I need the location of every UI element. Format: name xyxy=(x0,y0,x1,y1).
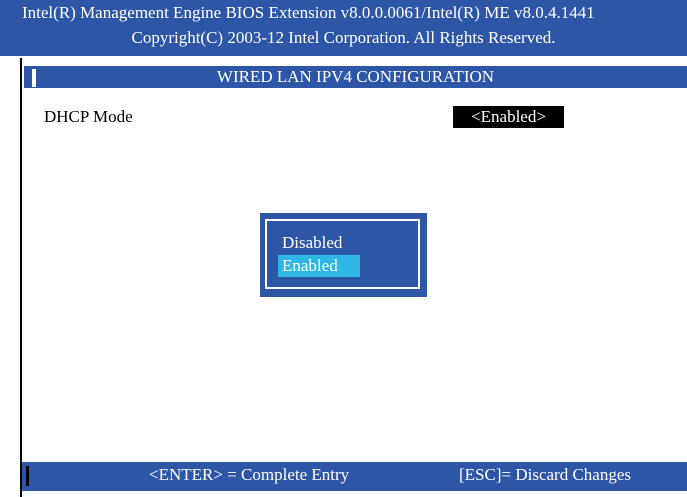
dhcp-mode-label: DHCP Mode xyxy=(44,107,133,126)
bios-header: Intel(R) Management Engine BIOS Extensio… xyxy=(0,0,687,58)
header-copyright-text: Copyright(C) 2003-12 Intel Corporation. … xyxy=(131,28,556,47)
footer-esc-hint: [ESC]= Discard Changes xyxy=(459,465,632,484)
popup-border xyxy=(265,219,420,289)
footer-left-edge xyxy=(26,466,29,486)
page-title: WIRED LAN IPV4 CONFIGURATION xyxy=(216,67,495,86)
page-title-bar: WIRED LAN IPV4 CONFIGURATION xyxy=(24,64,687,90)
footer-enter-hint: <ENTER> = Complete Entry xyxy=(149,465,350,484)
mebx-screen: Intel(R) Management Engine BIOS Extensio… xyxy=(0,0,687,497)
bios-footer: <ENTER> = Complete Entry [ESC]= Discard … xyxy=(22,460,687,491)
dhcp-mode-option-popup: Disabled Enabled xyxy=(260,213,427,297)
popup-option-disabled[interactable]: Disabled xyxy=(282,232,342,254)
popup-option-enabled[interactable]: Enabled xyxy=(278,255,360,277)
dhcp-mode-value[interactable]: <Enabled> xyxy=(453,106,564,128)
header-version-text: Intel(R) Management Engine BIOS Extensio… xyxy=(22,3,595,22)
